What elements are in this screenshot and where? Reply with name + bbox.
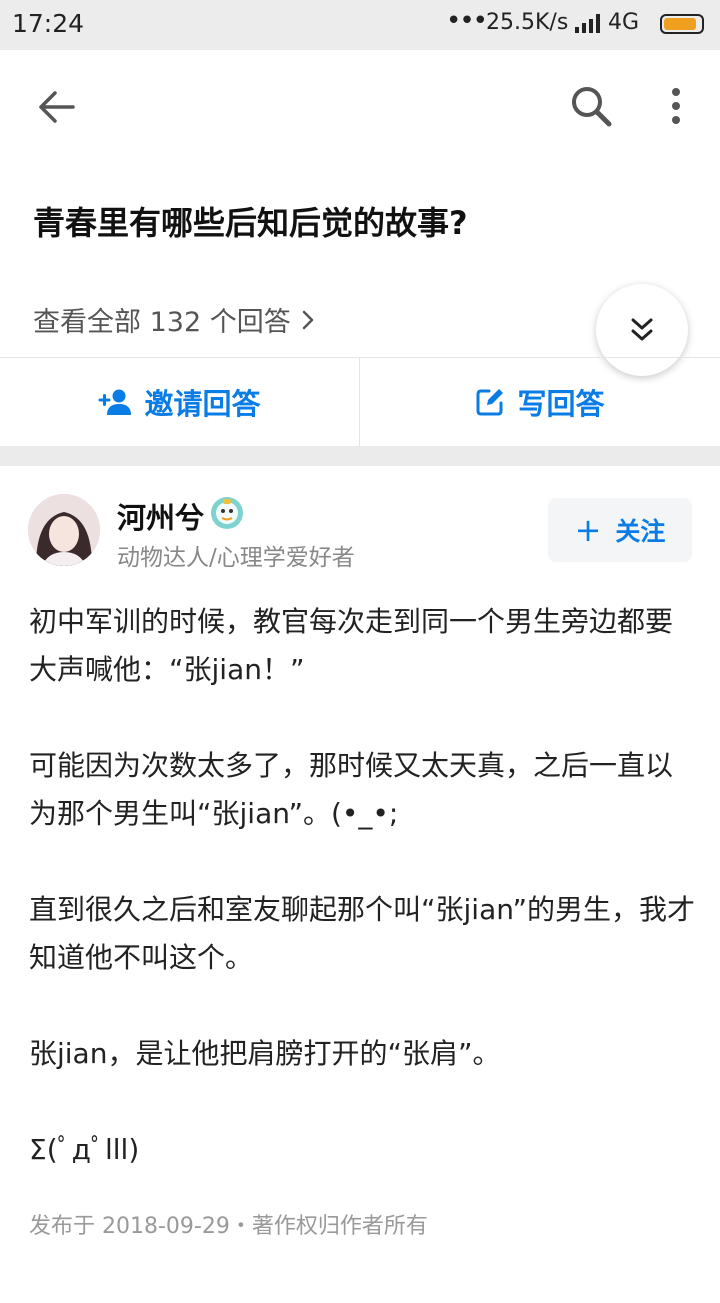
battery-level <box>664 18 697 30</box>
write-answer-label: 写回答 <box>517 387 605 421</box>
battery-icon <box>660 14 704 34</box>
question-title[interactable]: 青春里有哪些后知后觉的故事? <box>33 198 468 244</box>
author-bio: 动物达人/心理学爱好者 <box>117 545 355 571</box>
more-vertical-icon <box>672 88 680 124</box>
signal-icon <box>575 14 600 33</box>
invite-answer-button[interactable]: 邀请回答 <box>0 358 359 446</box>
view-all-answers-link[interactable]: 查看全部 132 个回答 <box>33 300 315 339</box>
status-time: 17:24 <box>12 9 85 38</box>
back-button[interactable] <box>30 82 82 132</box>
section-separator <box>0 446 720 466</box>
chevron-right-icon <box>302 310 313 329</box>
author-name[interactable]: 河州兮 <box>117 495 204 537</box>
search-button[interactable] <box>566 80 616 132</box>
arrow-left-icon <box>39 91 75 123</box>
notification-dots: ••• <box>446 6 488 36</box>
edit-icon <box>475 387 505 417</box>
search-icon <box>572 87 612 127</box>
network-type: 4G <box>608 10 640 35</box>
view-all-label: 查看全部 132 个回答 <box>33 307 291 338</box>
double-chevron-down-icon <box>631 318 653 341</box>
follow-button[interactable]: + 关注 <box>548 498 692 562</box>
write-answer-button[interactable]: 写回答 <box>360 358 720 446</box>
answer-paragraph: 直到很久之后和室友聊起那个叫“张jian”的男生，我才知道他不叫这个。 <box>29 893 695 974</box>
publish-meta: 发布于 2018-09-29・著作权归作者所有 <box>29 1214 428 1239</box>
more-options-button[interactable] <box>655 80 697 132</box>
answer-paragraph: 初中军训的时候，教官每次走到同一个男生旁边都要大声喊他：“张jian！” <box>29 605 674 686</box>
plus-icon: + <box>574 511 602 549</box>
avatar[interactable] <box>28 494 100 566</box>
add-person-icon <box>98 388 132 416</box>
answer-paragraph: Σ(ﾟдﾟlll) <box>29 1133 140 1166</box>
invite-answer-label: 邀请回答 <box>144 387 261 421</box>
follow-label: 关注 <box>615 517 666 546</box>
badge-icon <box>209 495 245 531</box>
network-speed: 25.5K/s <box>486 10 569 35</box>
answer-paragraph: 张jian，是让他把肩膀打开的“张肩”。 <box>29 1037 501 1070</box>
answer-paragraph: 可能因为次数太多了，那时候又太天真，之后一直以为那个男生叫“张jian”。(•_… <box>29 749 674 830</box>
